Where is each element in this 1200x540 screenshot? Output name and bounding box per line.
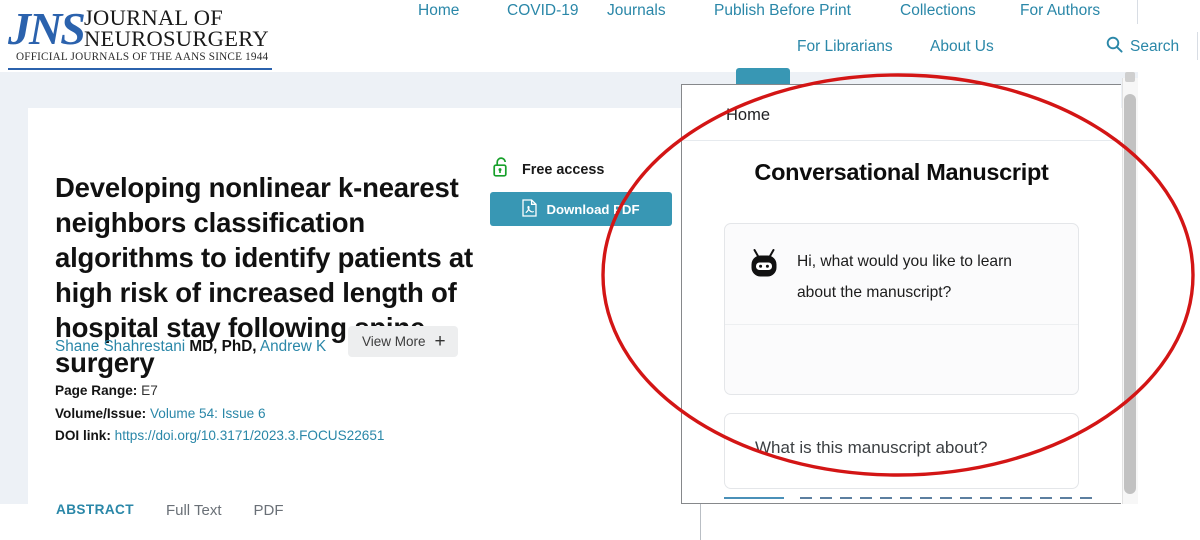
nav-item-home[interactable]: Home bbox=[418, 0, 459, 22]
free-access-label: Free access bbox=[522, 162, 604, 178]
nav-item-for-librarians[interactable]: For Librarians bbox=[797, 36, 893, 58]
download-pdf-label: Download PDF bbox=[546, 202, 639, 217]
logo-tagline: OFFICIAL JOURNALS OF THE AANS SINCE 1944 bbox=[16, 51, 268, 63]
tab-full-text[interactable]: Full Text bbox=[150, 496, 238, 527]
tab-abstract[interactable]: ABSTRACT bbox=[40, 496, 150, 525]
author-name-primary[interactable]: Shane Shahrestani bbox=[55, 338, 185, 355]
bot-message-bubble: Hi, what would you like to learn about t… bbox=[724, 223, 1079, 395]
article-metadata: Page Range: E7 Volume/Issue: Volume 54: … bbox=[55, 380, 475, 448]
nav-item-about-us[interactable]: About Us bbox=[930, 36, 994, 58]
search-icon bbox=[1106, 36, 1123, 58]
article-tabs: ABSTRACT Full Text PDF bbox=[40, 496, 370, 540]
suggested-question-card[interactable]: What is this manuscript about? bbox=[724, 413, 1079, 489]
nav-item-covid-19[interactable]: COVID-19 bbox=[507, 0, 579, 22]
metadata-link-doi[interactable]: https://doi.org/10.3171/2023.3.FOCUS2265… bbox=[115, 428, 385, 443]
nav-item-journals[interactable]: Journals bbox=[607, 0, 666, 22]
metadata-label-page-range: Page Range: bbox=[55, 383, 137, 398]
popup-footer-dashes bbox=[800, 497, 1100, 499]
popup-title: Conversational Manuscript bbox=[682, 159, 1121, 186]
view-more-label: View More bbox=[362, 334, 426, 349]
metadata-row-page-range: Page Range: E7 bbox=[55, 380, 475, 403]
author-name-secondary[interactable]: Andrew K bbox=[260, 338, 326, 355]
metadata-label-volume-issue: Volume/Issue: bbox=[55, 406, 146, 421]
popup-nav-item-home[interactable]: Home bbox=[726, 106, 770, 125]
nav-item-for-authors[interactable]: For Authors bbox=[1020, 0, 1100, 22]
free-access-indicator: Free access bbox=[492, 156, 604, 184]
metadata-label-doi: DOI link: bbox=[55, 428, 111, 443]
nav-divider bbox=[1137, 0, 1138, 24]
site-header: JNS JOURNAL OF NEUROSURGERY OFFICIAL JOU… bbox=[0, 0, 1200, 72]
logo-wordmark-line2: NEUROSURGERY bbox=[84, 28, 269, 49]
nav-item-collections[interactable]: Collections bbox=[900, 0, 976, 22]
download-pdf-button[interactable]: Download PDF bbox=[490, 192, 672, 226]
metadata-link-volume-issue[interactable]: Volume 54: Issue 6 bbox=[150, 406, 266, 421]
search-label: Search bbox=[1130, 36, 1179, 58]
logo-wordmark: JOURNAL OF NEUROSURGERY bbox=[84, 7, 269, 49]
nav-item-publish-before-print[interactable]: Publish Before Print bbox=[714, 0, 851, 22]
popup-right-gutter bbox=[1138, 72, 1200, 504]
bubble-divider bbox=[725, 324, 1078, 325]
search-button[interactable]: Search bbox=[1106, 36, 1179, 58]
bot-message-text: Hi, what would you like to learn about t… bbox=[797, 246, 1047, 308]
conversational-manuscript-popup: Home Conversational Manuscript Hi, what … bbox=[681, 84, 1121, 504]
author-list: Shane Shahrestani MD, PhD, Andrew K bbox=[55, 336, 385, 358]
pdf-file-icon bbox=[522, 199, 537, 220]
secondary-navigation: For Librarians About Us Search bbox=[780, 36, 1200, 64]
popup-navbar: Home bbox=[682, 85, 1121, 141]
metadata-row-volume-issue: Volume/Issue: Volume 54: Issue 6 bbox=[55, 403, 475, 426]
view-more-button[interactable]: View More + bbox=[348, 326, 458, 357]
author-degrees: MD, PhD, bbox=[189, 338, 256, 355]
plus-icon: + bbox=[435, 335, 446, 349]
scroll-up-arrow-icon[interactable] bbox=[1125, 72, 1135, 82]
suggested-question-text: What is this manuscript about? bbox=[755, 438, 987, 458]
site-logo[interactable]: JNS JOURNAL OF NEUROSURGERY OFFICIAL JOU… bbox=[6, 4, 276, 66]
popup-footer-accent bbox=[724, 497, 784, 499]
tab-pdf[interactable]: PDF bbox=[238, 496, 300, 527]
nav-divider-secondary bbox=[1197, 32, 1198, 60]
metadata-value-page-range: E7 bbox=[141, 383, 158, 398]
logo-underline bbox=[8, 68, 272, 70]
logo-wordmark-line1: JOURNAL OF bbox=[84, 7, 269, 28]
metadata-row-doi: DOI link: https://doi.org/10.3171/2023.3… bbox=[55, 425, 475, 448]
open-lock-icon bbox=[492, 156, 511, 184]
robot-head-icon bbox=[746, 246, 782, 282]
popup-scrollbar-thumb[interactable] bbox=[1124, 94, 1136, 494]
primary-navigation: Home COVID-19 Journals Publish Before Pr… bbox=[400, 0, 1200, 26]
logo-mark: JNS bbox=[8, 6, 84, 52]
